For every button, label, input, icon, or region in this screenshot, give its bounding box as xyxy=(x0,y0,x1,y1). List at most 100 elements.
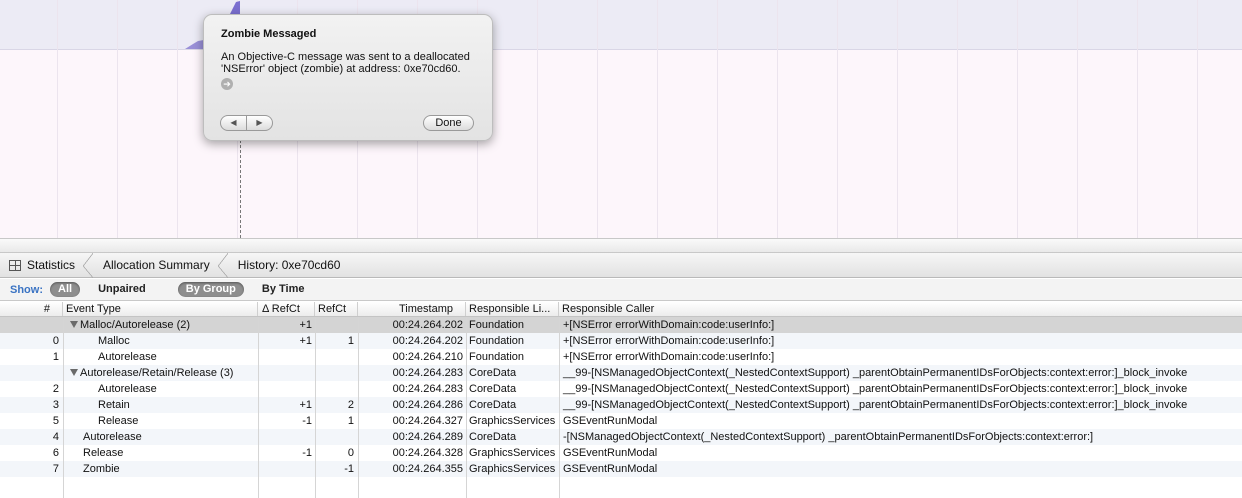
filter-unpaired-button[interactable]: Unpaired xyxy=(90,282,154,297)
refct xyxy=(315,365,358,381)
column-divider xyxy=(466,317,467,498)
delta-refct xyxy=(258,461,315,477)
column-header-delta-refct[interactable]: Δ RefCt xyxy=(258,302,315,316)
refct xyxy=(315,317,358,333)
responsible-caller: GSEventRunModal xyxy=(563,447,658,459)
event-type: Retain xyxy=(63,397,258,413)
inspection-marker xyxy=(240,140,241,238)
refct: 1 xyxy=(347,335,354,347)
delta-refct: +1 xyxy=(299,335,312,347)
responsible-caller: +[NSError errorWithDomain:code:userInfo:… xyxy=(563,351,775,363)
breadcrumb-history[interactable]: History: 0xe70cd60 xyxy=(226,253,357,278)
breadcrumb: Statistics Allocation Summary History: 0… xyxy=(0,252,1242,278)
table-row[interactable]: 0 Malloc +1 1 00:24.264.202 Foundation +[NSErr… xyxy=(0,333,1242,349)
popover-message: An Objective-C message was sent to a dea… xyxy=(221,51,470,75)
responsible-caller: __99-[NSManagedObjectContext(_NestedCont… xyxy=(563,399,1188,411)
event-type: Zombie xyxy=(63,461,258,477)
event-type-label: Autorelease/Retain/Release (3) xyxy=(80,367,234,379)
group-by-group-button[interactable]: By Group xyxy=(177,282,244,297)
allocation-graph-spike xyxy=(230,1,240,14)
group-by-time-button[interactable]: By Time xyxy=(254,282,313,297)
column-header-responsible-library[interactable]: Responsible Li... xyxy=(466,302,559,316)
event-type-label: Autorelease xyxy=(98,351,157,363)
allocations-track[interactable] xyxy=(0,0,1242,238)
column-divider xyxy=(63,317,64,498)
responsible-library: GraphicsServices xyxy=(469,447,556,459)
event-type: Autorelease xyxy=(63,429,258,445)
filter-all-button[interactable]: All xyxy=(50,282,81,297)
previous-arrow-icon[interactable]: ◀ xyxy=(221,116,247,130)
delta-refct: -1 xyxy=(302,415,312,427)
table-body: Malloc/Autorelease (2) +1 00:24.264.202 Fou… xyxy=(0,317,1242,477)
event-type-label: Malloc xyxy=(98,335,130,347)
column-divider xyxy=(559,317,560,498)
column-divider xyxy=(315,317,316,498)
scope-bar: Show: All Unpaired By Group By Time xyxy=(0,279,1242,301)
done-button[interactable]: Done xyxy=(423,115,474,131)
column-header-event-type[interactable]: Event Type xyxy=(63,302,258,316)
show-label: Show: xyxy=(10,283,43,296)
breadcrumb-statistics[interactable]: Statistics xyxy=(0,252,94,278)
breadcrumb-label: Statistics xyxy=(27,257,76,272)
breadcrumb-label: History: 0xe70cd60 xyxy=(237,257,341,272)
event-type-label: Autorelease xyxy=(98,383,157,395)
column-header-responsible-caller[interactable]: Responsible Caller xyxy=(559,302,1242,316)
responsible-library: GraphicsServices xyxy=(469,415,556,427)
table-row[interactable]: 3 Retain +1 2 00:24.264.286 CoreData __99-[NSM… xyxy=(0,397,1242,413)
table-row[interactable]: 6 Release -1 0 00:24.264.328 GraphicsServices… xyxy=(0,445,1242,461)
event-type: Autorelease xyxy=(63,349,258,365)
table-row[interactable]: 4 Autorelease 00:24.264.289 CoreData -[NSMan… xyxy=(0,429,1242,445)
table-group-row[interactable]: Malloc/Autorelease (2) +1 00:24.264.202 Fou… xyxy=(0,317,1242,333)
column-header-timestamp[interactable]: Timestamp xyxy=(358,302,466,316)
responsible-caller: __99-[NSManagedObjectContext(_NestedCont… xyxy=(563,383,1188,395)
event-number xyxy=(0,317,63,333)
table-row[interactable]: 1 Autorelease 00:24.264.210 Foundation +[NSE… xyxy=(0,349,1242,365)
responsible-caller: +[NSError errorWithDomain:code:userInfo:… xyxy=(563,319,775,331)
responsible-caller: GSEventRunModal xyxy=(563,415,658,427)
next-arrow-icon[interactable]: ▶ xyxy=(247,116,272,130)
event-number xyxy=(0,365,63,381)
breadcrumb-allocation-summary[interactable]: Allocation Summary xyxy=(91,252,228,278)
column-header-refct[interactable]: RefCt xyxy=(315,302,358,316)
event-type: Malloc/Autorelease (2) xyxy=(63,317,258,333)
breadcrumb-label: Allocation Summary xyxy=(103,257,210,272)
refct: 0 xyxy=(347,447,354,459)
table-row[interactable]: 7 Zombie -1 00:24.264.355 GraphicsServices GS… xyxy=(0,461,1242,477)
event-type-label: Retain xyxy=(98,399,130,411)
event-type-label: Malloc/Autorelease (2) xyxy=(80,319,191,331)
event-number: 4 xyxy=(52,431,59,443)
event-type-label: Release xyxy=(98,415,139,427)
disclosure-triangle-icon[interactable] xyxy=(70,321,78,328)
timestamp: 00:24.264.286 xyxy=(392,399,463,411)
timestamp: 00:24.264.327 xyxy=(392,415,463,427)
disclosure-triangle-icon[interactable] xyxy=(70,369,78,376)
column-header-number[interactable]: # xyxy=(0,302,63,316)
event-type: Malloc xyxy=(63,333,258,349)
allocation-graph xyxy=(0,1,240,49)
refct: 2 xyxy=(347,399,354,411)
timestamp: 00:24.264.283 xyxy=(392,383,463,395)
delta-refct: -1 xyxy=(302,447,312,459)
arrow-right-circle-icon[interactable]: ➔ xyxy=(221,78,233,90)
event-number: 3 xyxy=(52,399,59,411)
event-number: 6 xyxy=(52,447,59,459)
event-type-label: Release xyxy=(83,447,124,459)
responsible-caller: -[NSManagedObjectContext(_NestedContextS… xyxy=(563,431,1094,443)
responsible-caller: __99-[NSManagedObjectContext(_NestedCont… xyxy=(563,367,1188,379)
refct xyxy=(315,381,358,397)
history-table: # Event Type Δ RefCt RefCt Timestamp Res… xyxy=(0,302,1242,498)
refct xyxy=(315,349,358,365)
table-row[interactable]: 5 Release -1 1 00:24.264.327 GraphicsServices… xyxy=(0,413,1242,429)
responsible-caller: +[NSError errorWithDomain:code:userInfo:… xyxy=(563,335,775,347)
zombie-messaged-popover: Zombie Messaged An Objective-C message w… xyxy=(203,14,493,141)
timestamp: 00:24.264.328 xyxy=(392,447,463,459)
timestamp: 00:24.264.202 xyxy=(392,335,463,347)
table-row[interactable]: 2 Autorelease 00:24.264.283 CoreData __99-[N… xyxy=(0,381,1242,397)
column-divider xyxy=(358,317,359,498)
pane-splitter[interactable] xyxy=(0,238,1242,253)
event-type: Release xyxy=(63,413,258,429)
responsible-caller: GSEventRunModal xyxy=(563,463,658,475)
popover-nav-control[interactable]: ◀ ▶ xyxy=(220,115,273,131)
table-group-row[interactable]: Autorelease/Retain/Release (3) 00:24.264.… xyxy=(0,365,1242,381)
delta-refct xyxy=(258,429,315,445)
